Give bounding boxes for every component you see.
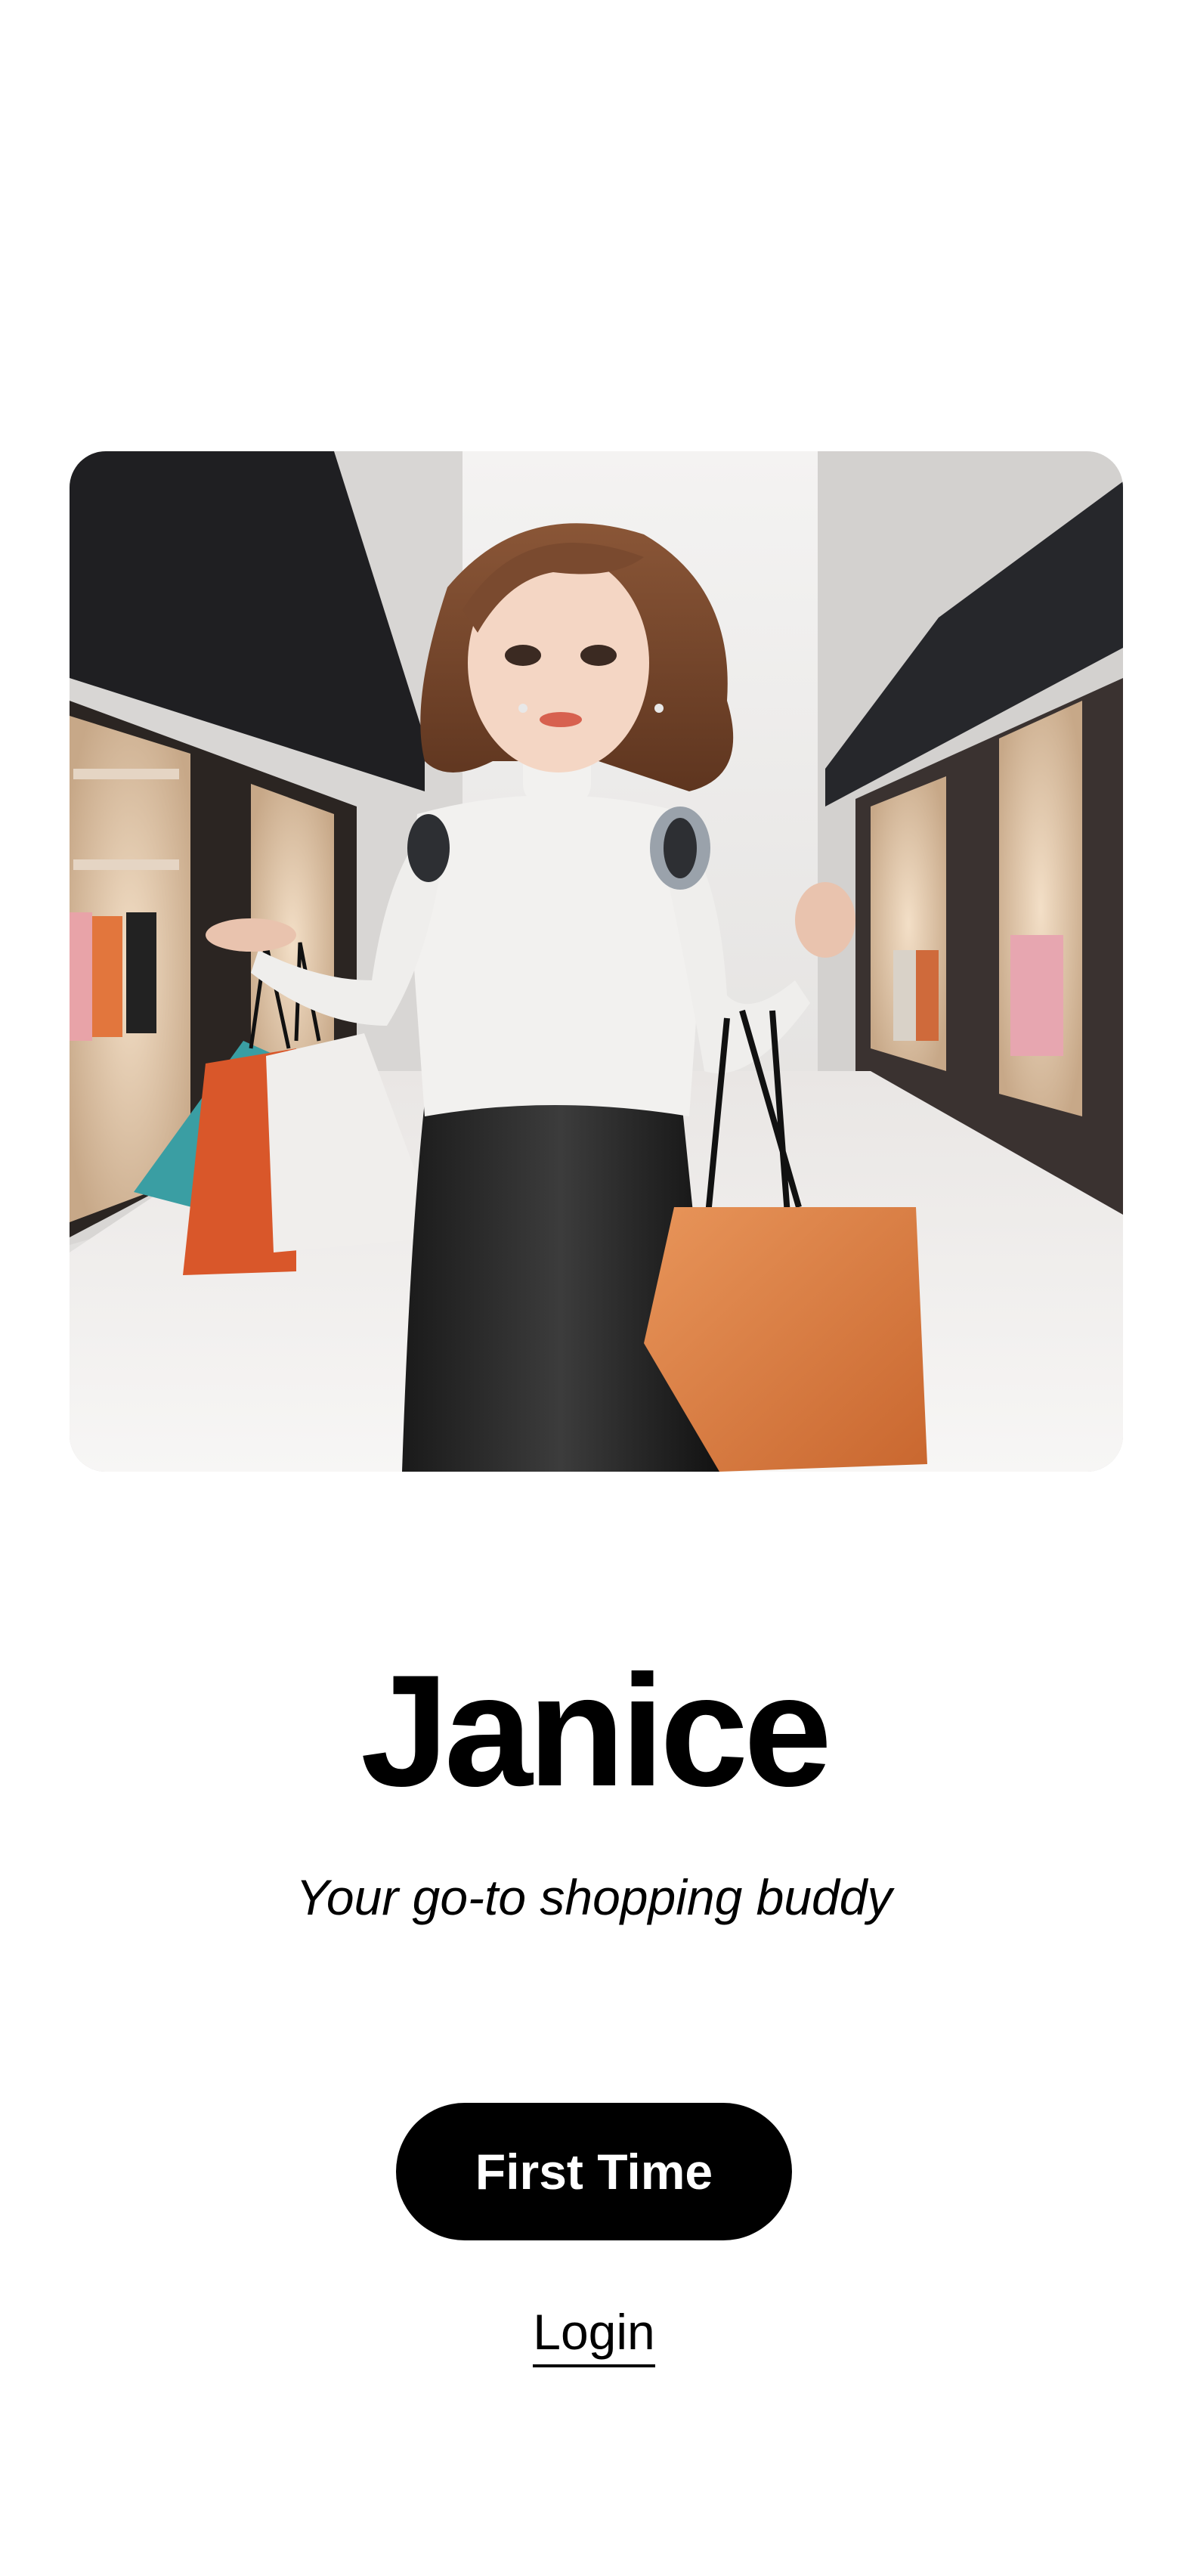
login-link-container: Login xyxy=(0,2302,1188,2367)
hero-image xyxy=(70,451,1123,1472)
first-time-button[interactable]: First Time xyxy=(396,2103,792,2240)
app-subtitle: Your go-to shopping buddy xyxy=(295,1869,893,1925)
login-link[interactable]: Login xyxy=(533,2304,655,2367)
app-title: Janice xyxy=(360,1642,832,1819)
shopping-assistant-illustration xyxy=(70,451,1123,1472)
